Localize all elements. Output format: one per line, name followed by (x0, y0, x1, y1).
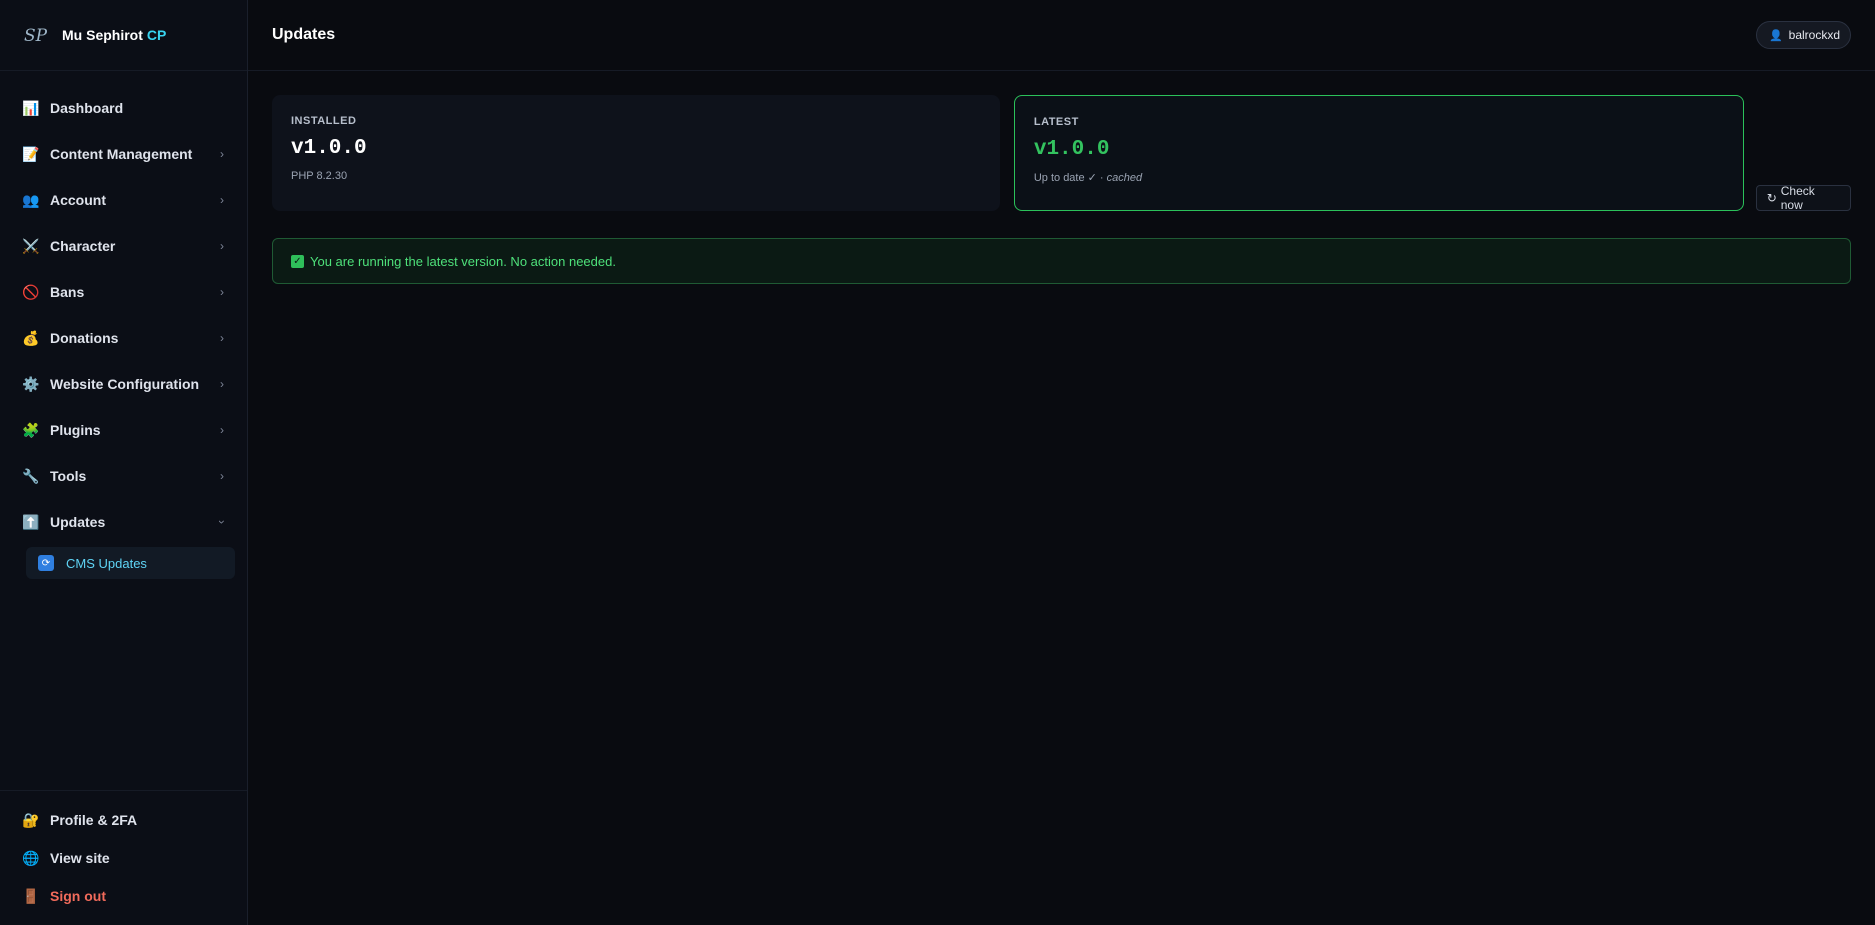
installed-php-version: PHP 8.2.30 (291, 170, 348, 182)
chart-icon: 📊 (22, 100, 40, 116)
document-icon: 📝 (22, 146, 40, 162)
brand-accent: CP (146, 27, 167, 43)
footer-item-label: View site (50, 850, 110, 866)
sidebar-item-label: Dashboard (50, 100, 124, 116)
main-panel: Updates 👤 balrockxd INSTALLED v1.0.0 PHP… (248, 0, 1875, 925)
footer-item-label: Sign out (50, 888, 106, 904)
user-icon: 👤 (1768, 29, 1783, 42)
sidebar-item-label: Content Management (50, 146, 193, 162)
check-now-label: Check now (1780, 184, 1815, 212)
latest-status: Up to date ✓ · cached (1034, 171, 1724, 184)
sidebar-item-label: Character (50, 238, 116, 254)
installed-version: v1.0.0 (291, 137, 367, 160)
latest-kicker: LATEST (1033, 116, 1079, 128)
installed-card: INSTALLED v1.0.0 PHP 8.2.30 (272, 95, 1000, 211)
door-icon: 🚪 (22, 887, 40, 904)
sidebar-item-label: Website Configuration (50, 376, 200, 392)
footer-item-label: Profile & 2FA (50, 812, 138, 828)
latest-card: LATEST v1.0.0 Up to date ✓ · cached (1013, 95, 1744, 211)
cached-label: cached (1106, 172, 1143, 184)
sidebar-item-plugins[interactable]: 🧩 Plugins › (0, 407, 247, 453)
status-alert: ✓ You are running the latest version. No… (272, 238, 1851, 284)
chevron-right-icon: › (220, 469, 224, 483)
user-menu-button[interactable]: 👤 balrockxd (1755, 21, 1851, 49)
refresh-icon: ↻ (1766, 191, 1777, 205)
lock-icon: 🔐 (22, 811, 40, 828)
sidebar-item-label: Bans (50, 284, 85, 300)
sidebar-footer: 🔐 Profile & 2FA 🌐 View site 🚪 Sign out (0, 790, 247, 925)
chevron-right-icon: › (220, 285, 224, 299)
sign-out-link[interactable]: 🚪 Sign out (0, 877, 247, 915)
page-title: Updates (272, 26, 336, 43)
checkbox-checked-icon: ✓ (291, 254, 304, 268)
view-site-link[interactable]: 🌐 View site (0, 839, 247, 877)
gear-icon: ⚙️ (22, 376, 40, 392)
users-icon: 👥 (22, 192, 40, 208)
ban-icon: 🚫 (22, 284, 40, 300)
chevron-right-icon: › (220, 193, 224, 207)
sidebar-item-account[interactable]: 👥 Account › (0, 177, 247, 223)
globe-icon: 🌐 (22, 849, 40, 866)
topbar: Updates 👤 balrockxd (248, 0, 1875, 71)
brand-title: Mu Sephirot (62, 27, 143, 43)
profile-2fa-link[interactable]: 🔐 Profile & 2FA (0, 801, 247, 839)
chevron-right-icon: › (220, 147, 224, 161)
swords-icon: ⚔️ (22, 238, 40, 254)
sidebar: SP Mu Sephirot CP 📊 Dashboard 📝 Content M… (0, 0, 248, 925)
sidebar-item-character[interactable]: ⚔️ Character › (0, 223, 247, 269)
logo-icon: SP (22, 23, 52, 47)
sidebar-item-label: Updates (50, 514, 106, 530)
brand-name: Mu Sephirot CP (62, 27, 166, 43)
money-bag-icon: 💰 (22, 330, 40, 346)
svg-text:SP: SP (24, 26, 48, 46)
sidebar-item-donations[interactable]: 💰 Donations › (0, 315, 247, 361)
sidebar-item-updates[interactable]: ⬆️ Updates › (0, 499, 247, 545)
sidebar-item-label: Tools (50, 468, 87, 484)
sidebar-item-label: Account (50, 192, 106, 208)
app-root: SP Mu Sephirot CP 📊 Dashboard 📝 Content M… (0, 0, 1875, 925)
chevron-down-icon: › (215, 520, 229, 524)
puzzle-icon: 🧩 (22, 422, 40, 438)
sidebar-item-label: Donations (50, 330, 119, 346)
chevron-right-icon: › (220, 331, 224, 345)
chevron-right-icon: › (220, 377, 224, 391)
sidebar-item-label: Plugins (50, 422, 101, 438)
version-cards: INSTALLED v1.0.0 PHP 8.2.30 LATEST v1.0.… (272, 95, 1851, 212)
latest-version: v1.0.0 (1033, 138, 1110, 161)
sidebar-item-bans[interactable]: 🚫 Bans › (0, 269, 247, 315)
chevron-right-icon: › (220, 423, 224, 437)
refresh-icon: ⟳ (38, 555, 54, 571)
brand[interactable]: SP Mu Sephirot CP (0, 0, 247, 71)
sidebar-subitem-label: CMS Updates (66, 555, 147, 571)
wrench-icon: 🔧 (22, 468, 40, 484)
sidebar-item-content-management[interactable]: 📝 Content Management › (0, 131, 247, 177)
sidebar-item-website-configuration[interactable]: ⚙️ Website Configuration › (0, 361, 247, 407)
sidebar-nav: 📊 Dashboard 📝 Content Management › 👥 Acc… (0, 71, 247, 790)
chevron-right-icon: › (220, 239, 224, 253)
up-arrow-icon: ⬆️ (22, 514, 40, 530)
latest-status-text: Up to date ✓ · (1033, 172, 1107, 184)
sidebar-item-dashboard[interactable]: 📊 Dashboard (0, 85, 247, 131)
sidebar-item-tools[interactable]: 🔧 Tools › (0, 453, 247, 499)
installed-kicker: INSTALLED (291, 115, 357, 127)
status-alert-message: You are running the latest version. No a… (310, 253, 616, 269)
sidebar-subitem-cms-updates[interactable]: ⟳ CMS Updates (26, 547, 235, 579)
check-now-button[interactable]: ↻ Check now (1755, 184, 1851, 212)
content: INSTALLED v1.0.0 PHP 8.2.30 LATEST v1.0.… (248, 71, 1875, 284)
username: balrockxd (1788, 28, 1840, 42)
